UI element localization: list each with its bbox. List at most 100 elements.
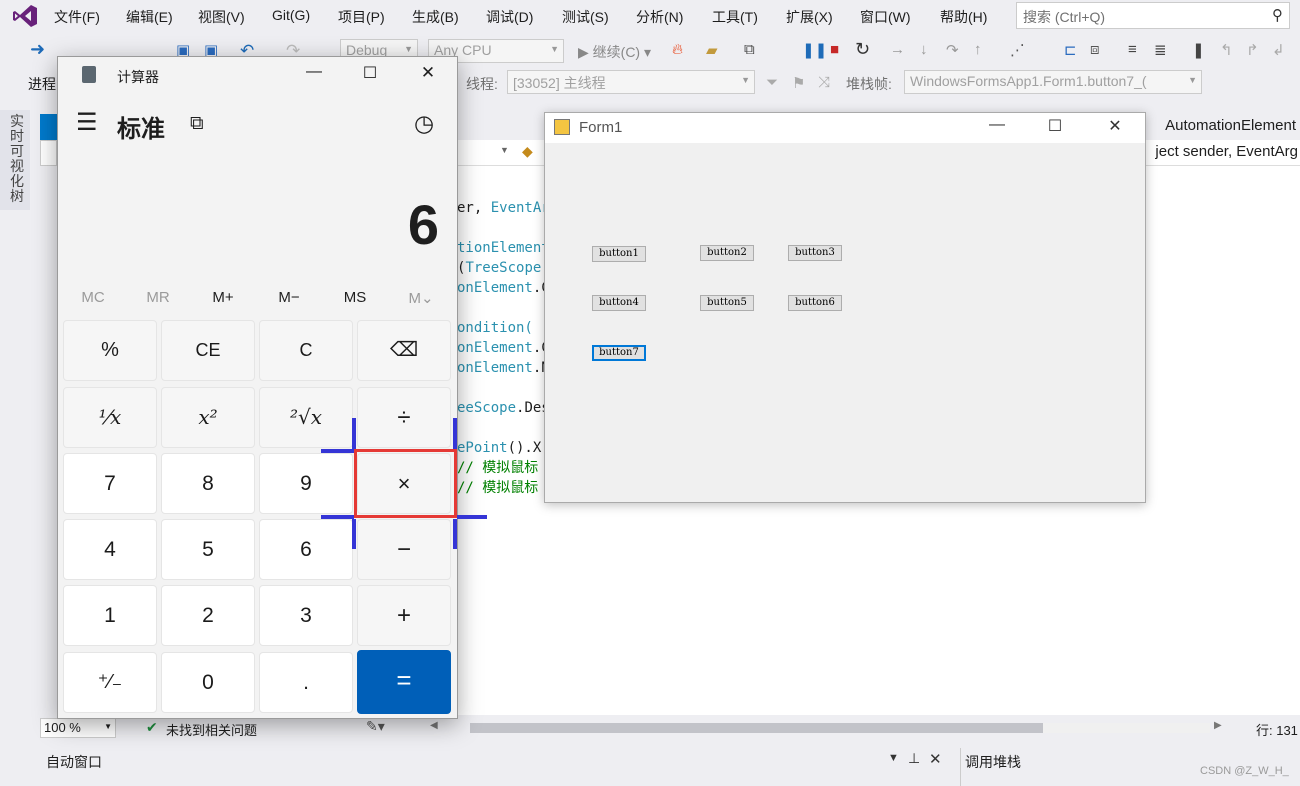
memory-list-button[interactable]: M⌄ [391,289,451,307]
square-button[interactable]: x² [161,387,255,448]
continue-button[interactable]: ▶ 继续(C) ▾ [578,42,651,62]
maximize-icon[interactable]: ☐ [1033,116,1077,136]
stack-frame-combo[interactable]: WindowsFormsApp1.Form1.button7_(▼ [904,70,1202,94]
button3[interactable]: button3 [788,245,842,261]
zoom-combo[interactable]: 100 % ▼ [40,718,116,738]
digit-8-button[interactable]: 8 [161,453,255,514]
menu-git[interactable]: Git(G) [272,7,310,23]
scroll-left-icon[interactable]: ◀ [430,720,438,731]
step-into-icon[interactable]: ↓ [920,41,928,58]
reciprocal-button[interactable]: ¹⁄x [63,387,157,448]
subtract-button[interactable]: − [357,519,451,580]
decimal-button[interactable]: . [259,652,353,713]
prev-bookmark-icon[interactable]: ↰ [1220,41,1233,59]
pause-icon[interactable]: ❚❚ [802,41,827,59]
backspace-button[interactable]: ⌫ [357,320,451,381]
minimize-icon[interactable]: — [975,116,1019,134]
step-out-icon[interactable]: ↑ [974,41,982,58]
autos-panel-title[interactable]: 自动窗口 [46,752,102,772]
next-bookmark-icon[interactable]: ↱ [1246,41,1259,59]
hex-icon[interactable]: ⊏ [1064,41,1077,59]
project-combo[interactable] [40,140,57,166]
thread-combo[interactable]: [33052] 主线程 ▼ [507,70,755,94]
button2[interactable]: button2 [700,245,754,261]
callstack-panel-title[interactable]: 调用堆栈 [965,752,1021,772]
button7[interactable]: button7 [592,345,646,361]
show-flagged-icon[interactable]: ⤨ [818,74,830,91]
restart-icon[interactable]: ↻ [855,39,870,60]
digit-9-button[interactable]: 9 [259,453,353,514]
back-icon[interactable]: ➜ [30,39,45,60]
square-root-button[interactable]: ²√x [259,387,353,448]
bookmark-icon[interactable]: ❚ [1192,41,1205,59]
button6[interactable]: button6 [788,295,842,311]
menu-window[interactable]: 窗口(W) [860,7,911,27]
digit-7-button[interactable]: 7 [63,453,157,514]
menu-build[interactable]: 生成(B) [412,7,459,27]
memory-clear-button[interactable]: MC [63,289,123,306]
menu-file[interactable]: 文件(F) [54,7,100,27]
calculator-titlebar[interactable]: 计算器 — ☐ ✕ [58,57,457,93]
pin-icon[interactable]: ⊥ [908,750,920,767]
clear-bookmarks-icon[interactable]: ↲ [1272,41,1285,59]
menu-extensions[interactable]: 扩展(X) [786,7,833,27]
divide-button[interactable]: ÷ [357,387,451,448]
menu-help[interactable]: 帮助(H) [940,7,987,27]
screenshot-icon[interactable]: ⧉ [744,41,755,58]
button1[interactable]: button1 [592,246,646,262]
memory-store-button[interactable]: MS [325,289,385,306]
clear-button[interactable]: C [259,320,353,381]
menu-analyze[interactable]: 分析(N) [636,7,683,27]
scrollbar-thumb[interactable] [470,723,1043,733]
memory-recall-button[interactable]: MR [128,289,188,306]
menu-test[interactable]: 测试(S) [562,7,609,27]
step-over-icon[interactable]: ↷ [946,41,959,59]
close-icon[interactable]: ✕ [929,750,942,768]
scroll-right-icon[interactable]: ▶ [1214,720,1222,731]
digit-6-button[interactable]: 6 [259,519,353,580]
issues-status[interactable]: 未找到相关问题 [166,720,257,739]
menu-edit[interactable]: 编辑(E) [126,7,173,27]
percent-button[interactable]: % [63,320,157,381]
member-combo-value[interactable]: ject sender, EventArg [1155,143,1298,160]
close-icon[interactable]: ✕ [408,63,448,83]
digit-5-button[interactable]: 5 [161,519,255,580]
stop-icon[interactable]: ■ [830,41,839,58]
show-next-statement-icon[interactable]: → [890,41,905,58]
digit-2-button[interactable]: 2 [161,585,255,646]
clear-entry-button[interactable]: CE [161,320,255,381]
negate-button[interactable]: ⁺⁄₋ [63,652,157,713]
dropdown-icon[interactable]: ▼ [888,752,899,764]
threads-icon[interactable]: ⧈ [1090,41,1100,58]
memory-add-button[interactable]: M+ [193,289,253,306]
history-icon[interactable]: ◷ [414,110,434,137]
button5[interactable]: button5 [700,295,754,311]
hot-reload-icon[interactable]: 🔥︎ [672,41,683,58]
keep-on-top-icon[interactable]: ⧉ [190,113,204,135]
outdent-icon[interactable]: ≣ [1154,41,1167,59]
menu-project[interactable]: 项目(P) [338,7,385,27]
minimize-icon[interactable]: — [294,63,334,81]
tab-automation-element[interactable]: AutomationElement [1165,117,1296,134]
cleanup-icon[interactable]: ✎▾ [366,718,385,735]
equals-button[interactable]: = [357,650,451,714]
digit-3-button[interactable]: 3 [259,585,353,646]
menu-view[interactable]: 视图(V) [198,7,245,27]
menu-tools[interactable]: 工具(T) [712,7,758,27]
active-doc-tab[interactable] [40,114,58,140]
filter-icon[interactable]: ⏷ [766,74,778,91]
menu-debug[interactable]: 调试(D) [486,7,533,27]
form1-titlebar[interactable]: Form1 — ☐ ✕ [545,113,1145,143]
add-button[interactable]: + [357,585,451,646]
digit-4-button[interactable]: 4 [63,519,157,580]
close-icon[interactable]: ✕ [1093,116,1137,136]
live-visual-tree-tab[interactable]: 实时可视化树 [0,110,30,210]
hamburger-menu-icon[interactable]: ☰ [76,111,98,135]
breakpoints-icon[interactable]: ⋰ [1010,41,1025,59]
search-input[interactable]: 搜索 (Ctrl+Q) ⚲ [1016,2,1290,29]
memory-subtract-button[interactable]: M− [259,289,319,306]
digit-0-button[interactable]: 0 [161,652,255,713]
indent-icon[interactable]: ≡ [1128,41,1137,58]
maximize-icon[interactable]: ☐ [350,63,390,83]
folder-icon[interactable]: ▰ [706,41,718,59]
